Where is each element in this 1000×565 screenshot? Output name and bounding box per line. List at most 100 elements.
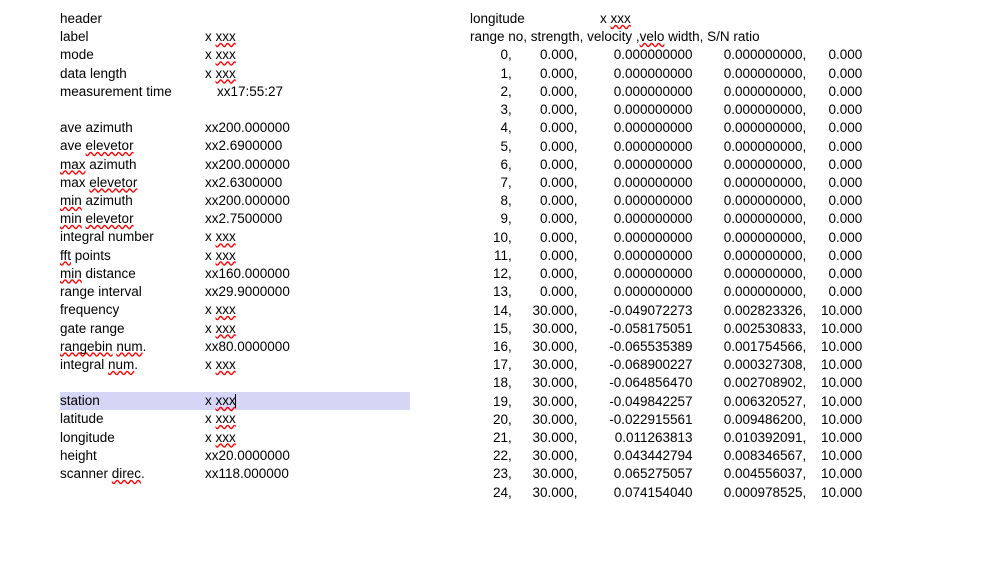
field-max-elevetor: max elevetor xx2.6300000 xyxy=(60,174,410,192)
table-row: 21,30.000,0.0112638130.010392091,10.000 xyxy=(470,429,940,447)
val: xx17:55:27 xyxy=(217,83,283,101)
placeholder: xxx xyxy=(216,411,236,426)
table-row: 2,0.000,0.0000000000.000000000,0.000 xyxy=(470,83,940,101)
field-latitude: latitude x xxx xyxy=(60,410,410,428)
val: xx200.000000 xyxy=(205,119,290,137)
table-row: 13,0.000,0.0000000000.000000000,0.000 xyxy=(470,283,940,301)
val: x xxx xyxy=(205,46,236,64)
table-row: 18,30.000,-0.0648564700.002708902,10.000 xyxy=(470,374,940,392)
field-max-azimuth: max azimuth xx200.000000 xyxy=(60,156,410,174)
lbl: fft points xyxy=(60,247,205,265)
field-integral-num: integral num. x xxx xyxy=(60,356,410,374)
placeholder: xxx xyxy=(216,47,236,62)
field-mode: mode x xxx xyxy=(60,46,410,64)
val: xx2.6300000 xyxy=(205,174,282,192)
lbl: max elevetor xyxy=(60,174,205,192)
table-row: 23,30.000,0.0652750570.004556037,10.000 xyxy=(470,465,940,483)
table-row: 1,0.000,0.0000000000.000000000,0.000 xyxy=(470,65,940,83)
placeholder: xxx xyxy=(216,66,236,81)
placeholder: xxx xyxy=(216,393,236,408)
field-label: label x xxx xyxy=(60,28,410,46)
placeholder: xxx xyxy=(611,11,631,26)
table-row: 14,30.000,-0.0490722730.002823326,10.000 xyxy=(470,302,940,320)
val: xx200.000000 xyxy=(205,156,290,174)
table-row: 15,30.000,-0.0581750510.002530833,10.000 xyxy=(470,320,940,338)
field-min-elevetor: min elevetor xx2.7500000 xyxy=(60,210,410,228)
table-row: 0,0.000,0.0000000000.000000000,0.000 xyxy=(470,46,940,64)
val: xx160.000000 xyxy=(205,265,290,283)
table-row: 8,0.000,0.0000000000.000000000,0.000 xyxy=(470,192,940,210)
placeholder: xxx xyxy=(216,430,236,445)
table-row: 11,0.000,0.0000000000.000000000,0.000 xyxy=(470,247,940,265)
lbl: rangebin num. xyxy=(60,338,205,356)
lbl: max azimuth xyxy=(60,156,205,174)
right-column: longitude x xxx range no, strength, velo… xyxy=(470,10,940,502)
table-row: 10,0.000,0.0000000000.000000000,0.000 xyxy=(470,229,940,247)
field-min-distance: min distance xx160.000000 xyxy=(60,265,410,283)
lbl: scanner direc. xyxy=(60,465,205,483)
val: x xxx xyxy=(205,301,236,319)
field-range-interval: range interval xx29.9000000 xyxy=(60,283,410,301)
placeholder: xxx xyxy=(216,229,236,244)
lbl: gate range xyxy=(60,320,205,338)
data-rows-container: 0,0.000,0.0000000000.000000000,0.0001,0.… xyxy=(470,46,940,501)
lbl: station xyxy=(60,392,205,410)
lbl: label xyxy=(60,28,205,46)
field-longitude: longitude x xxx xyxy=(60,429,410,447)
lbl: longitude xyxy=(470,10,600,28)
placeholder: xxx xyxy=(216,248,236,263)
field-fft-points: fft points x xxx xyxy=(60,247,410,265)
val: x xxx xyxy=(205,429,236,447)
lbl: min distance xyxy=(60,265,205,283)
val: x xxx xyxy=(205,228,236,246)
lbl: measurement time xyxy=(60,83,205,101)
val: x xxx xyxy=(205,356,236,374)
lbl: min azimuth xyxy=(60,192,205,210)
lbl: ave elevetor xyxy=(60,137,205,155)
field-frequency: frequency x xxx xyxy=(60,301,410,319)
field-integral-number: integral number x xxx xyxy=(60,228,410,246)
lbl: integral number xyxy=(60,228,205,246)
lbl: longitude xyxy=(60,429,205,447)
val: xx20.0000000 xyxy=(205,447,290,465)
val: x xxx xyxy=(205,28,236,46)
table-row: 16,30.000,-0.0655353890.001754566,10.000 xyxy=(470,338,940,356)
val: xx200.000000 xyxy=(205,192,290,210)
table-row: 20,30.000,-0.0229155610.009486200,10.000 xyxy=(470,411,940,429)
lbl: height xyxy=(60,447,205,465)
header-label: header xyxy=(60,10,205,28)
table-row: 3,0.000,0.0000000000.000000000,0.000 xyxy=(470,101,940,119)
placeholder: xxx xyxy=(216,321,236,336)
table-row: 5,0.000,0.0000000000.000000000,0.000 xyxy=(470,138,940,156)
lbl: frequency xyxy=(60,301,205,319)
val: xx2.6900000 xyxy=(205,137,282,155)
val: x xxx xyxy=(600,10,631,28)
val: xx80.0000000 xyxy=(205,338,290,356)
table-row: 7,0.000,0.0000000000.000000000,0.000 xyxy=(470,174,940,192)
val: x xxx xyxy=(205,410,236,428)
val: xx2.7500000 xyxy=(205,210,282,228)
table-row: 17,30.000,-0.0689002270.000327308,10.000 xyxy=(470,356,940,374)
field-height: height xx20.0000000 xyxy=(60,447,410,465)
field-rangebin-num: rangebin num. xx80.0000000 xyxy=(60,338,410,356)
val: x xxx xyxy=(205,392,236,410)
val: x xxx xyxy=(205,247,236,265)
field-station[interactable]: station x xxx xyxy=(60,392,410,410)
lbl: min elevetor xyxy=(60,210,205,228)
val: x xxx xyxy=(205,320,236,338)
field-ave-azimuth: ave azimuth xx200.000000 xyxy=(60,119,410,137)
table-row: 12,0.000,0.0000000000.000000000,0.000 xyxy=(470,265,940,283)
val: xx29.9000000 xyxy=(205,283,290,301)
table-row: 24,30.000,0.0741540400.000978525,10.000 xyxy=(470,484,940,502)
field-measurement-time: measurement time xx17:55:27 xyxy=(60,83,410,101)
lbl: latitude xyxy=(60,410,205,428)
table-row: 4,0.000,0.0000000000.000000000,0.000 xyxy=(470,119,940,137)
table-row: 6,0.000,0.0000000000.000000000,0.000 xyxy=(470,156,940,174)
left-column: header label x xxx mode x xxx data lengt… xyxy=(60,10,410,502)
val: x xxx xyxy=(205,65,236,83)
header-line: header xyxy=(60,10,410,28)
lbl: ave azimuth xyxy=(60,119,205,137)
placeholder: xxx xyxy=(216,29,236,44)
lbl: data length xyxy=(60,65,205,83)
field-gate-range: gate range x xxx xyxy=(60,320,410,338)
